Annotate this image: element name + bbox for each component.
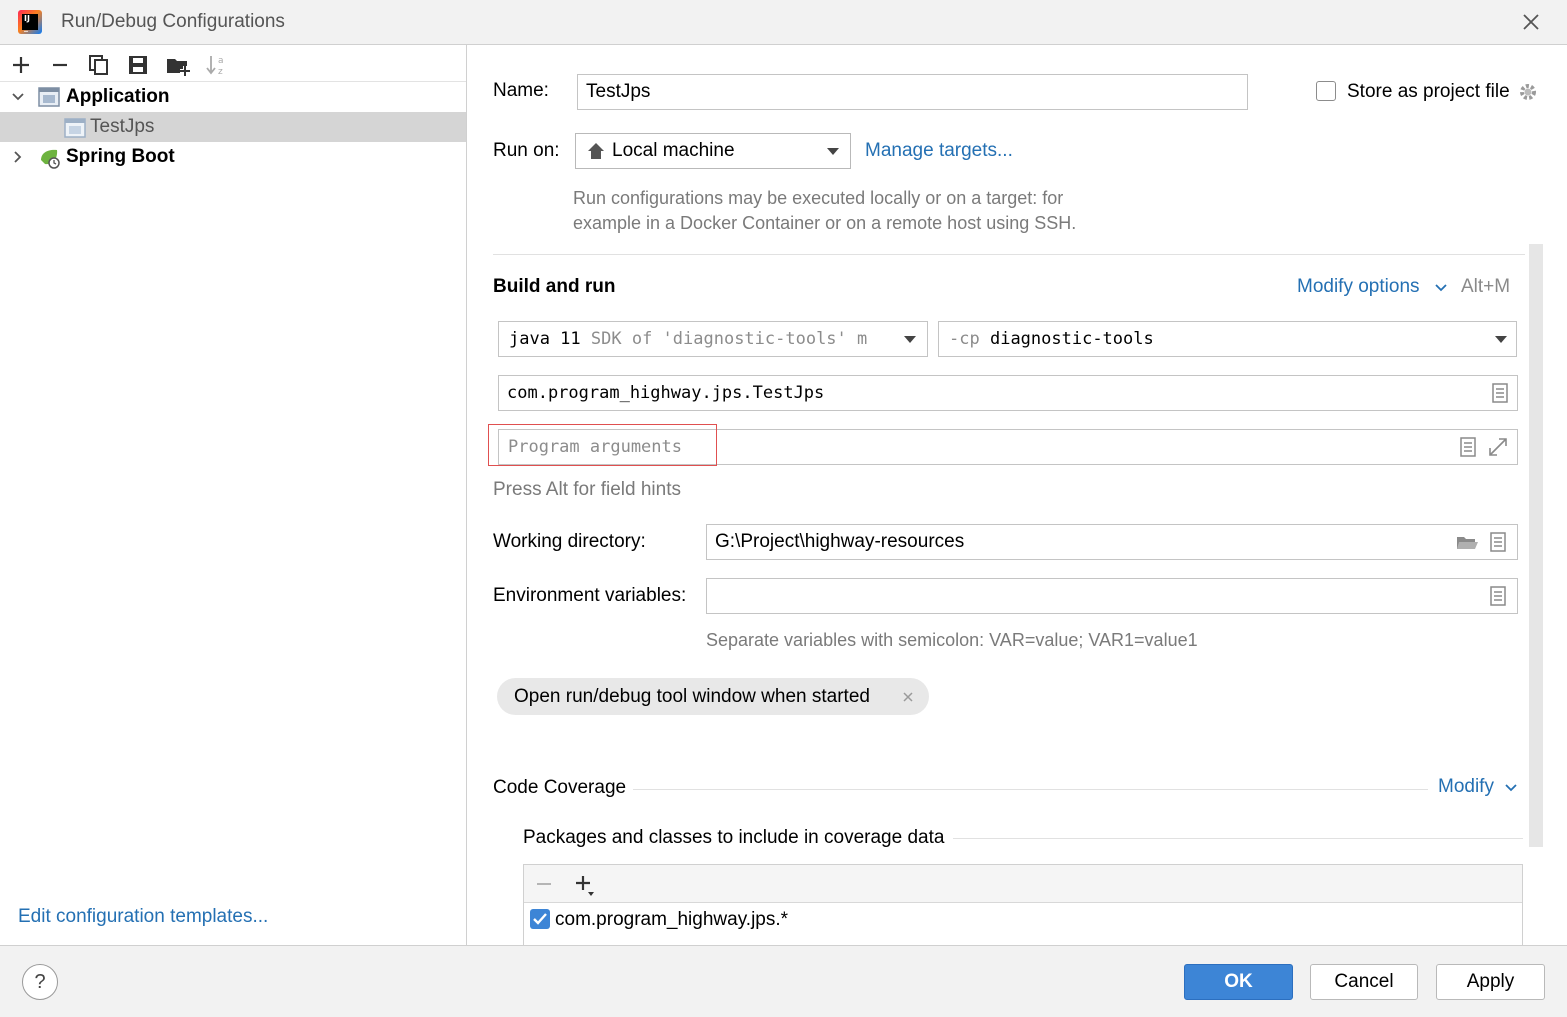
name-value: TestJps bbox=[586, 81, 651, 102]
cancel-button[interactable]: Cancel bbox=[1310, 964, 1418, 1000]
code-coverage-heading: Code Coverage bbox=[493, 777, 627, 798]
remove-tag-icon[interactable] bbox=[901, 690, 915, 704]
application-icon bbox=[38, 87, 60, 107]
scrollbar[interactable] bbox=[1529, 244, 1543, 847]
new-folder-icon[interactable] bbox=[165, 52, 191, 78]
chevron-down-icon[interactable] bbox=[1434, 281, 1448, 295]
highlight-box bbox=[488, 424, 717, 466]
run-on-label: Run on: bbox=[493, 140, 560, 161]
jre-detail: SDK of 'diagnostic-tools' m bbox=[590, 329, 868, 349]
apply-button[interactable]: Apply bbox=[1436, 964, 1545, 1000]
coverage-list: com.program_highway.jps.* bbox=[523, 864, 1523, 945]
run-on-hint-line-1: Run configurations may be executed local… bbox=[573, 188, 1064, 208]
svg-text:z: z bbox=[218, 67, 223, 77]
environment-variables-hint: Separate variables with semicolon: VAR=v… bbox=[706, 630, 1198, 650]
coverage-list-toolbar bbox=[524, 865, 1522, 903]
edit-environment-icon[interactable] bbox=[1487, 585, 1509, 607]
run-on-value: Local machine bbox=[612, 140, 735, 161]
title-bar: IJ _ Run/Debug Configurations bbox=[0, 0, 1567, 45]
svg-text:a: a bbox=[218, 56, 224, 66]
modify-options-shortcut: Alt+M bbox=[1461, 276, 1511, 297]
tree-item-application[interactable]: Application bbox=[0, 82, 466, 112]
insert-macro-icon[interactable] bbox=[1457, 436, 1479, 458]
open-tool-window-tag-label: Open run/debug tool window when started bbox=[514, 686, 870, 707]
jre-dropdown[interactable]: java 11 SDK of 'diagnostic-tools' m bbox=[498, 321, 928, 357]
chevron-down-icon[interactable] bbox=[10, 89, 26, 105]
tree-item-spring-boot[interactable]: Spring Boot bbox=[0, 142, 466, 172]
tree-item-testjps[interactable]: TestJps bbox=[0, 112, 466, 142]
chevron-right-icon[interactable] bbox=[10, 149, 26, 165]
application-config-icon bbox=[64, 118, 86, 138]
classpath-prefix: -cp bbox=[949, 329, 980, 349]
remove-icon[interactable] bbox=[47, 52, 73, 78]
save-icon[interactable] bbox=[125, 52, 151, 78]
run-on-dropdown[interactable]: Local machine bbox=[575, 133, 851, 169]
working-directory-label: Working directory: bbox=[493, 531, 646, 552]
name-label: Name: bbox=[493, 80, 549, 101]
gear-icon[interactable] bbox=[1517, 81, 1539, 103]
coverage-entry-checkbox[interactable] bbox=[530, 909, 550, 929]
add-dropdown-icon[interactable] bbox=[573, 873, 597, 897]
chevron-down-icon[interactable] bbox=[1504, 781, 1518, 795]
ok-button[interactable]: OK bbox=[1184, 964, 1293, 1000]
tree-item-label: Spring Boot bbox=[66, 146, 175, 167]
help-button[interactable]: ? bbox=[22, 964, 58, 1000]
open-tool-window-tag[interactable]: Open run/debug tool window when started bbox=[497, 678, 929, 715]
close-icon[interactable] bbox=[1515, 6, 1547, 38]
spring-boot-icon bbox=[41, 149, 60, 169]
tree-item-label: TestJps bbox=[90, 116, 155, 137]
store-as-project-checkbox[interactable] bbox=[1316, 81, 1336, 101]
dropdown-arrow-icon bbox=[1495, 336, 1507, 343]
intellij-logo-icon: IJ _ bbox=[18, 10, 42, 34]
section-divider bbox=[953, 838, 1523, 839]
expand-icon[interactable] bbox=[1487, 436, 1509, 458]
store-as-project-label: Store as project file bbox=[1347, 81, 1510, 102]
browse-icon[interactable] bbox=[1489, 382, 1511, 404]
modify-options-link[interactable]: Modify options bbox=[1297, 276, 1420, 298]
window-title: Run/Debug Configurations bbox=[61, 11, 285, 32]
main-class-value: com.program_highway.jps.TestJps bbox=[507, 383, 825, 403]
tree-item-label: Application bbox=[66, 86, 170, 107]
coverage-entry-label: com.program_highway.jps.* bbox=[555, 909, 789, 930]
working-directory-input[interactable]: G:\Project\highway-resources bbox=[706, 524, 1518, 560]
environment-variables-input[interactable] bbox=[706, 578, 1518, 614]
insert-macro-icon[interactable] bbox=[1487, 531, 1509, 553]
remove-icon[interactable] bbox=[534, 874, 554, 894]
home-icon bbox=[588, 143, 604, 159]
jre-version: java 11 bbox=[509, 329, 581, 349]
edit-templates-link[interactable]: Edit configuration templates... bbox=[18, 906, 268, 928]
add-icon[interactable] bbox=[8, 52, 34, 78]
dialog-button-bar: ? OK Cancel Apply bbox=[0, 945, 1567, 1017]
main-class-input[interactable]: com.program_highway.jps.TestJps bbox=[498, 375, 1518, 411]
folder-open-icon[interactable] bbox=[1455, 531, 1479, 553]
manage-targets-link[interactable]: Manage targets... bbox=[865, 140, 1013, 162]
working-directory-value: G:\Project\highway-resources bbox=[715, 531, 965, 552]
run-on-hint-line-2: example in a Docker Container or on a re… bbox=[573, 213, 1077, 233]
coverage-packages-heading: Packages and classes to include in cover… bbox=[523, 827, 945, 848]
section-divider bbox=[633, 789, 1428, 790]
section-divider bbox=[493, 254, 1525, 255]
classpath-module: diagnostic-tools bbox=[989, 329, 1154, 349]
dropdown-arrow-icon bbox=[904, 336, 916, 343]
configurations-sidebar: az Application TestJps Spring Boot Edit … bbox=[0, 45, 467, 945]
environment-variables-label: Environment variables: bbox=[493, 585, 687, 606]
dropdown-arrow-icon bbox=[827, 148, 839, 155]
classpath-dropdown[interactable]: -cp diagnostic-tools bbox=[938, 321, 1517, 357]
sort-icon[interactable]: az bbox=[204, 52, 230, 78]
code-coverage-modify-link[interactable]: Modify bbox=[1438, 776, 1494, 798]
field-hints-text: Press Alt for field hints bbox=[493, 479, 681, 500]
build-and-run-heading: Build and run bbox=[493, 276, 616, 297]
copy-icon[interactable] bbox=[86, 52, 112, 78]
name-input[interactable]: TestJps bbox=[577, 74, 1248, 110]
